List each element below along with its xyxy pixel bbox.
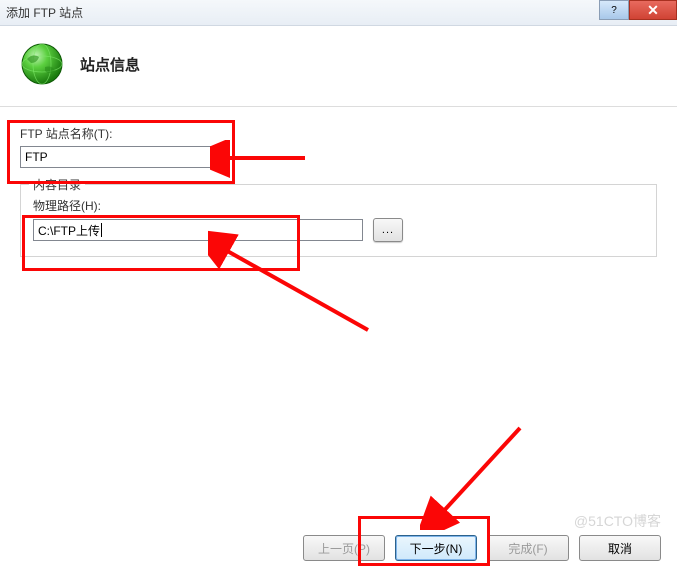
text-caret [101, 223, 102, 237]
content-directory-group: 内容目录 物理路径(H): C:\FTP上传 ... [20, 184, 657, 257]
window-title: 添加 FTP 站点 [6, 4, 83, 21]
site-name-label: FTP 站点名称(T): [20, 125, 657, 142]
site-name-input[interactable] [20, 146, 220, 168]
help-icon: ? [611, 5, 617, 16]
wizard-buttons: 上一页(P) 下一步(N) 完成(F) 取消 [303, 535, 661, 561]
wizard-header: 站点信息 [0, 26, 677, 107]
finish-button: 完成(F) [487, 535, 569, 561]
close-button[interactable]: ✕ [629, 0, 677, 20]
site-name-field: FTP 站点名称(T): [20, 125, 657, 168]
window-controls: ? ✕ [599, 0, 677, 20]
titlebar: 添加 FTP 站点 ? ✕ [0, 0, 677, 26]
help-button[interactable]: ? [599, 0, 629, 20]
page-title: 站点信息 [80, 54, 140, 75]
physical-path-label: 物理路径(H): [33, 197, 644, 214]
annotation-arrow-3 [420, 420, 540, 530]
browse-button[interactable]: ... [373, 218, 403, 242]
globe-icon [18, 40, 66, 88]
prev-button: 上一页(P) [303, 535, 385, 561]
watermark: @51CTO博客 [574, 511, 661, 531]
wizard-content: FTP 站点名称(T): 内容目录 物理路径(H): C:\FTP上传 ... [0, 107, 677, 257]
content-directory-title: 内容目录 [29, 176, 85, 193]
physical-path-input[interactable]: C:\FTP上传 [33, 219, 363, 241]
close-icon: ✕ [647, 2, 659, 19]
cancel-button[interactable]: 取消 [579, 535, 661, 561]
physical-path-value: C:\FTP上传 [38, 222, 100, 239]
next-button[interactable]: 下一步(N) [395, 535, 477, 561]
